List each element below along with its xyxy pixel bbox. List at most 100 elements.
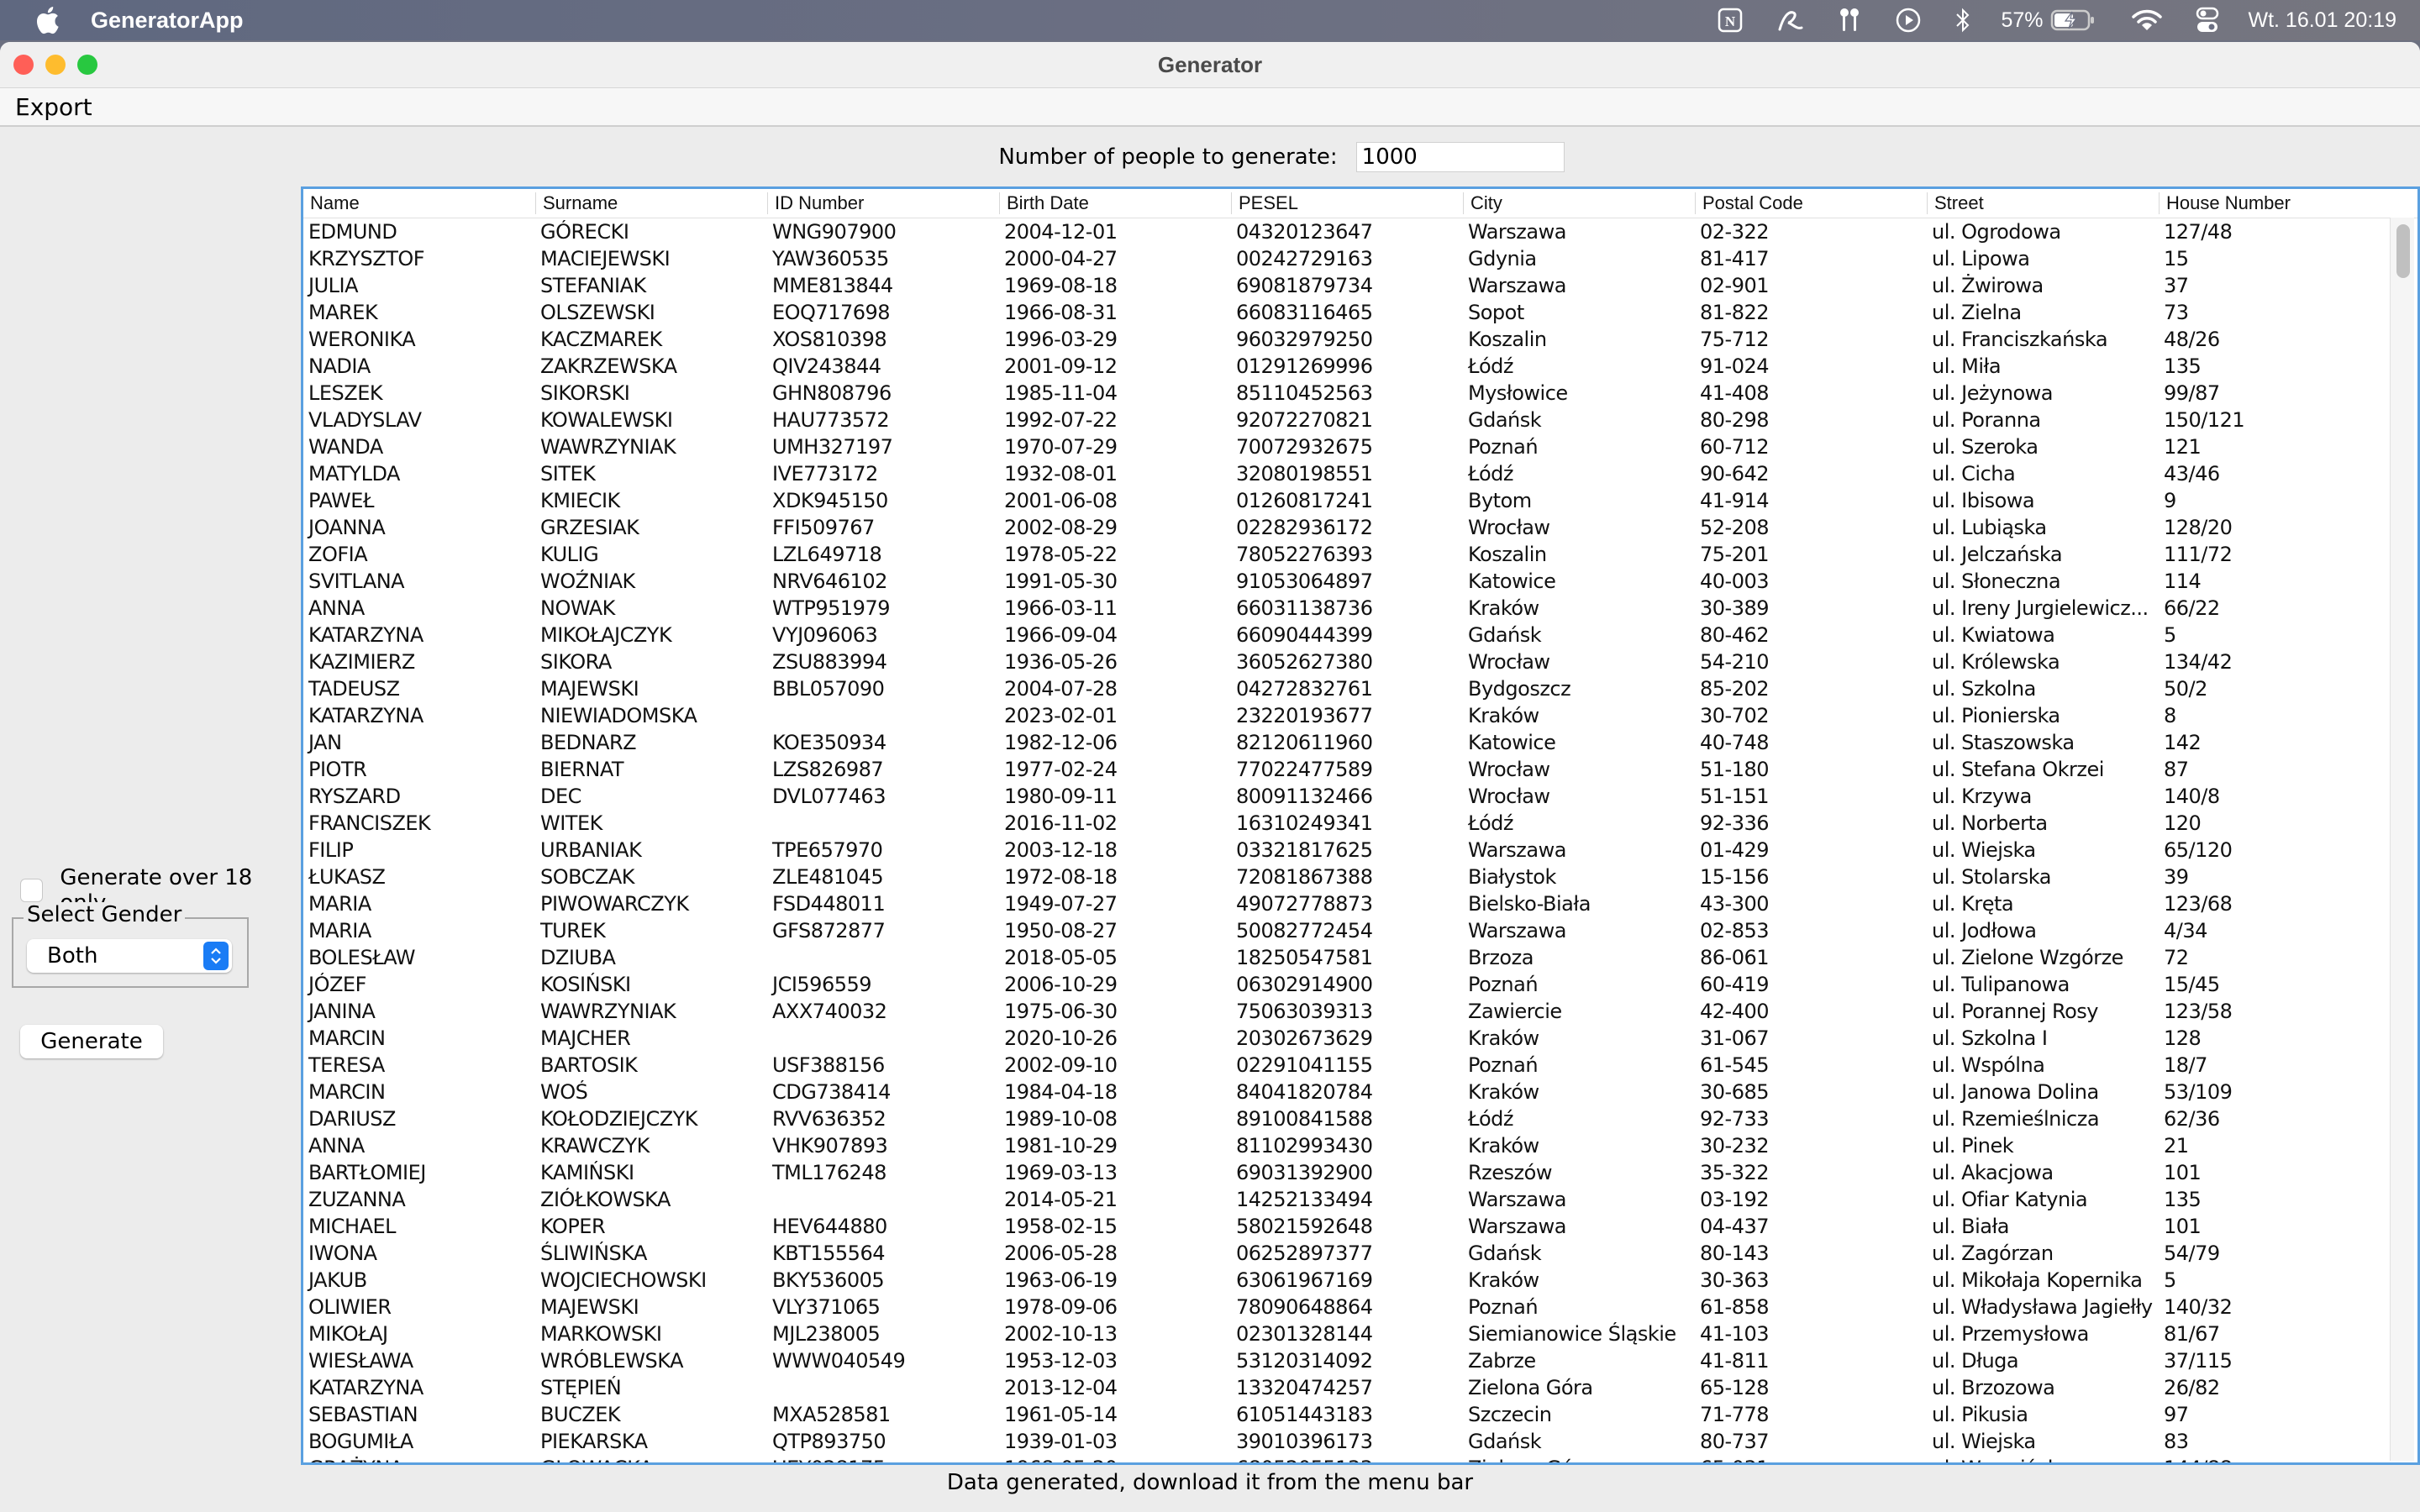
table-row[interactable]: SVITLANA WOŹNIAK NRV646102 1991-05-30 910530… <box>303 568 2417 595</box>
table-row[interactable]: WERONIKA KACZMAREK XOS810398 1996-03-29 9603… <box>303 326 2417 353</box>
column-header[interactable]: City <box>1463 192 1695 214</box>
table-cell: 50082772454 <box>1236 919 1373 942</box>
table-row[interactable]: KATARZYNA NIEWIADOMSKA 2023-02-01 232201936… <box>303 702 2417 729</box>
column-header[interactable]: Postal Code <box>1695 192 1927 214</box>
column-header[interactable]: Street <box>1927 192 2159 214</box>
table-row[interactable]: MATYLDA SITEK IVE773172 1932-08-01 320801985… <box>303 460 2417 487</box>
table-row[interactable]: NADIA ZAKRZEWSKA QIV243844 2001-09-12 012912… <box>303 353 2417 380</box>
table-row[interactable]: ZOFIA KULIG LZL649718 1978-05-22 78052276393… <box>303 541 2417 568</box>
table-row[interactable]: KATARZYNA MIKOŁAJCZYK VYJ096063 1966-09-04 6… <box>303 622 2417 648</box>
generate-button[interactable]: Generate <box>20 1025 163 1058</box>
table-row[interactable]: PIOTR BIERNAT LZS826987 1977-02-24 770224775… <box>303 756 2417 783</box>
table-row[interactable]: ZUZANNA ZIÓŁKOWSKA 2014-05-21 14252133494 Wa… <box>303 1186 2417 1213</box>
table-row[interactable]: BOLESŁAW DZIUBA 2018-05-05 18250547581 Brzoz… <box>303 944 2417 971</box>
table-row[interactable]: ANNA KRAWCZYK VHK907893 1981-10-29 811029934… <box>303 1132 2417 1159</box>
table-cell: 30-685 <box>1700 1080 1770 1104</box>
column-header[interactable]: ID Number <box>767 192 999 214</box>
table-row[interactable]: MARIA PIWOWARCZYK FSD448011 1949-07-27 49072… <box>303 890 2417 917</box>
column-header[interactable]: Name <box>303 192 535 214</box>
table-row[interactable]: RYSZARD DEC DVL077463 1980-09-11 80091132466… <box>303 783 2417 810</box>
notion-icon[interactable]: N <box>1713 0 1747 40</box>
table-row[interactable]: LESZEK SIKORSKI GHN808796 1985-11-04 8511045… <box>303 380 2417 407</box>
table-row[interactable]: MIKOŁAJ MARKOWSKI MJL238005 2002-10-13 02301… <box>303 1320 2417 1347</box>
table-cell: 78052276393 <box>1236 543 1373 566</box>
table-cell: 30-389 <box>1700 596 1770 620</box>
table-row[interactable]: OLIWIER MAJEWSKI VLY371065 1978-09-06 780906… <box>303 1294 2417 1320</box>
menu-export[interactable]: Export <box>0 93 108 121</box>
control-center-icon[interactable] <box>2191 0 2224 40</box>
table-row[interactable]: JAKUB WOJCIECHOWSKI BKY536005 1963-06-19 630… <box>303 1267 2417 1294</box>
table-row[interactable]: IWONA ŚLIWIŃSKA KBT155564 2006-05-28 0625289… <box>303 1240 2417 1267</box>
table-row[interactable]: SEBASTIAN BUCZEK MXA528581 1961-05-14 610514… <box>303 1401 2417 1428</box>
table-row[interactable]: BARTŁOMIEJ KAMIŃSKI TML176248 1969-03-13 690… <box>303 1159 2417 1186</box>
table-cell: KRAWCZYK <box>540 1134 650 1158</box>
table-row[interactable]: GRAŻYNAGŁOWACKAUEY0281751968-05-20680520… <box>303 1455 2417 1462</box>
table-cell: MIKOŁAJCZYK <box>540 623 672 647</box>
bluetooth-icon[interactable] <box>1950 0 1975 40</box>
table-cell: ul. Ogrodowa <box>1932 220 2061 244</box>
table-row[interactable]: MICHAEL KOPER HEV644880 1958-02-15 580215926… <box>303 1213 2417 1240</box>
table-row[interactable]: VLADYSLAV KOWALEWSKI HAU773572 1992-07-22 92… <box>303 407 2417 433</box>
table-cell: 39 <box>2164 865 2189 889</box>
table-row[interactable]: FRANCISZEK WITEK 2016-11-02 16310249341 Łódź… <box>303 810 2417 837</box>
table-row[interactable]: FILIP URBANIAK TPE657970 2003-12-18 03321817… <box>303 837 2417 864</box>
table-row[interactable]: MARIA TUREK GFS872877 1950-08-27 50082772454… <box>303 917 2417 944</box>
table-row[interactable]: EDMUND GÓRECKI WNG907900 2004-12-01 04320123… <box>303 218 2417 245</box>
wifi-icon[interactable] <box>2130 0 2164 40</box>
table-cell: HEV644880 <box>772 1215 887 1238</box>
table-row[interactable]: KAZIMIERZ SIKORA ZSU883994 1936-05-26 360526… <box>303 648 2417 675</box>
table-row[interactable]: MARCIN MAJCHER 2020-10-26 20302673629 Kraków… <box>303 1025 2417 1052</box>
table-cell: 02291041155 <box>1236 1053 1373 1077</box>
table-cell: 04-437 <box>1700 1215 1770 1238</box>
table-cell: VYJ096063 <box>772 623 878 647</box>
table-cell: 1963-06-19 <box>1004 1268 1118 1292</box>
table-row[interactable]: BOGUMIŁA PIEKARSKA QTP893750 1939-01-03 3901… <box>303 1428 2417 1455</box>
table-cell: 48/26 <box>2164 328 2220 351</box>
column-header[interactable]: Surname <box>535 192 767 214</box>
table-row[interactable]: PAWEŁ KMIECIK XDK945150 2001-06-08 012608172… <box>303 487 2417 514</box>
table-cell: 60-419 <box>1700 973 1770 996</box>
gender-select[interactable]: Both <box>27 939 232 973</box>
column-header[interactable]: House Number <box>2159 192 2391 214</box>
table-cell: BKY536005 <box>772 1268 885 1292</box>
table-cell: 70072932675 <box>1236 435 1373 459</box>
table-row[interactable]: JÓZEF KOSIŃSKI JCI596559 2006-10-29 06302914… <box>303 971 2417 998</box>
menubar-clock[interactable]: Wt. 16.01 20:19 <box>2248 0 2396 40</box>
count-input[interactable] <box>1355 142 1565 172</box>
table-cell: WOŚ <box>540 1080 588 1104</box>
table-row[interactable]: DARIUSZ KOŁODZIEJCZYK RVV636352 1989-10-08 8… <box>303 1105 2417 1132</box>
table-row[interactable]: JULIA STEFANIAK MME813844 1969-08-18 6908187… <box>303 272 2417 299</box>
table-row[interactable]: MARCIN WOŚ CDG738414 1984-04-18 84041820784 K… <box>303 1079 2417 1105</box>
table-row[interactable]: MAREK OLSZEWSKI EOQ717698 1966-08-31 6608311… <box>303 299 2417 326</box>
pen-icon[interactable] <box>1774 0 1807 40</box>
table-cell: ZIÓŁKOWSKA <box>540 1188 671 1211</box>
table-row[interactable]: JOANNA GRZESIAK FFI509767 2002-08-29 0228293… <box>303 514 2417 541</box>
scrollbar-thumb[interactable] <box>2396 224 2410 278</box>
battery-icon[interactable] <box>2049 0 2096 40</box>
table-row[interactable]: ŁUKASZ SOBCZAK ZLE481045 1972-08-18 72081867… <box>303 864 2417 890</box>
table-row[interactable]: TERESA BARTOSIK USF388156 2002-09-10 0229104… <box>303 1052 2417 1079</box>
apple-menu-icon[interactable] <box>30 3 64 37</box>
column-header[interactable]: Birth Date <box>999 192 1231 214</box>
vertical-scrollbar[interactable] <box>2390 218 2414 1461</box>
table-row[interactable]: KRZYSZTOF MACIEJEWSKI YAW360535 2000-04-27 0… <box>303 245 2417 272</box>
table-row[interactable]: ANNA NOWAK WTP951979 1966-03-11 66031138736 K… <box>303 595 2417 622</box>
table-row[interactable]: WIESŁAWA WRÓBLEWSKA WWW040549 1953-12-03 531… <box>303 1347 2417 1374</box>
table-cell: 1989-10-08 <box>1004 1107 1118 1131</box>
play-icon[interactable] <box>1891 0 1925 40</box>
airpods-icon[interactable] <box>1833 0 1866 40</box>
table-cell: 15/45 <box>2164 973 2220 996</box>
table-cell: 80-462 <box>1700 623 1770 647</box>
active-app-name[interactable]: GeneratorApp <box>91 8 244 34</box>
table-row[interactable]: KATARZYNA STĘPIEŃ 2013-12-04 13320474257 Zie… <box>303 1374 2417 1401</box>
table-row[interactable]: WANDA WAWRZYNIAK UMH327197 1970-07-29 700729… <box>303 433 2417 460</box>
table-cell: 49072778873 <box>1236 892 1373 916</box>
table-cell: 114 <box>2164 570 2202 593</box>
over18-checkbox[interactable] <box>20 879 44 902</box>
table-row[interactable]: JANINA WAWRZYNIAK AXX740032 1975-06-30 75063… <box>303 998 2417 1025</box>
app-menubar: Export <box>0 88 2420 127</box>
table-row[interactable]: JAN BEDNARZ KOE350934 1982-12-06 82120611960… <box>303 729 2417 756</box>
battery-percent[interactable]: 57% <box>2001 0 2043 40</box>
table-row[interactable]: TADEUSZ MAJEWSKI BBL057090 2004-07-28 042728… <box>303 675 2417 702</box>
column-header[interactable]: PESEL <box>1231 192 1463 214</box>
